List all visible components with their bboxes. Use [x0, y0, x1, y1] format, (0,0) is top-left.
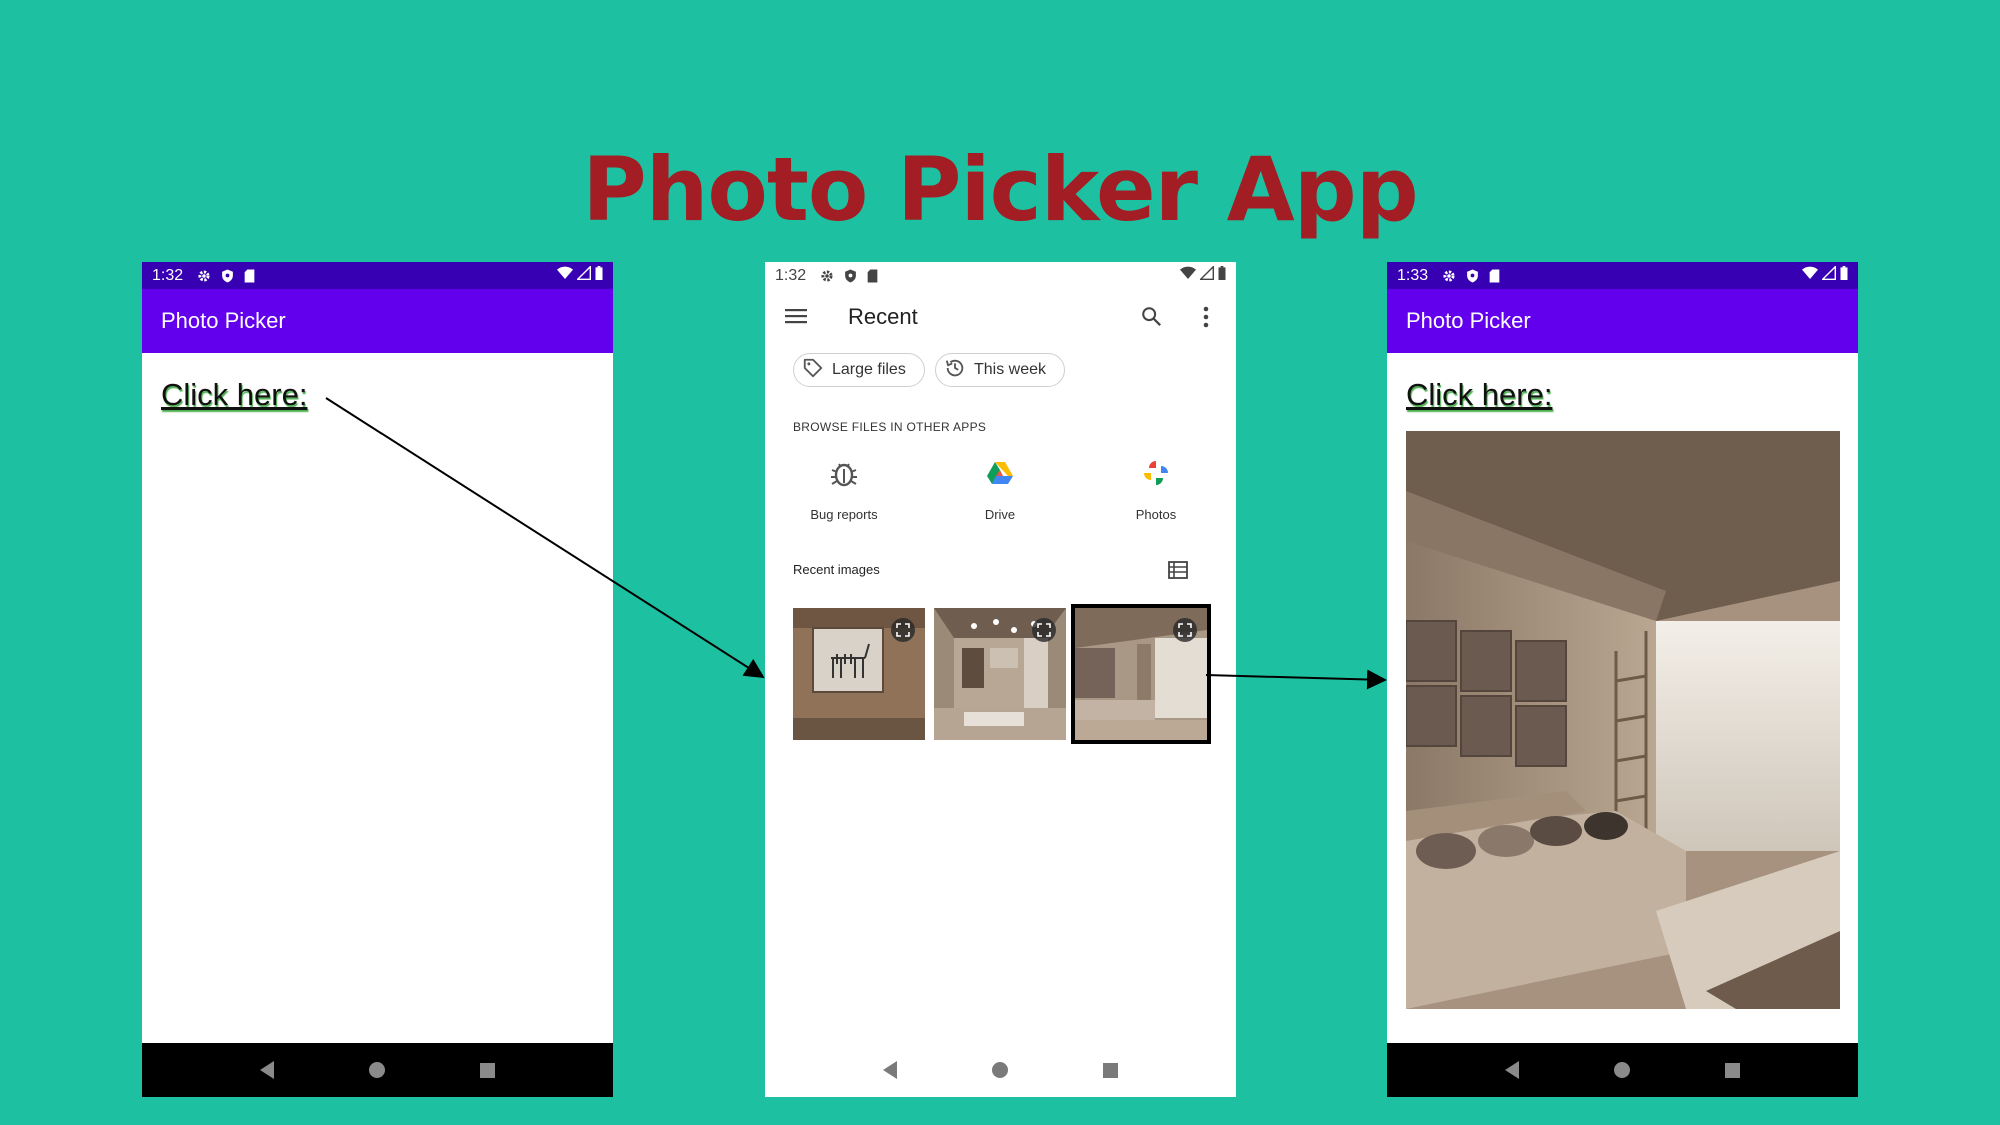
- app-label: Photos: [1135, 507, 1177, 522]
- shield-icon: [221, 269, 234, 283]
- list-view-icon[interactable]: [1168, 561, 1188, 584]
- shield-icon: [844, 269, 857, 283]
- recent-apps-icon[interactable]: [480, 1062, 496, 1078]
- picker-toolbar: Recent: [765, 289, 1236, 345]
- status-bar: 1:32: [142, 262, 613, 289]
- thumbnail-living-room[interactable]: [1071, 604, 1211, 744]
- menu-icon[interactable]: [785, 307, 807, 330]
- wifi-icon: [1802, 266, 1818, 285]
- home-icon[interactable]: [991, 1062, 1008, 1078]
- nav-bar: [142, 1043, 613, 1097]
- thumbnail-zebra-painting[interactable]: [793, 608, 925, 740]
- photos-pinwheel-icon: [1101, 455, 1211, 491]
- app-label: Drive: [984, 507, 1016, 522]
- battery-icon: [1218, 266, 1226, 285]
- app-bug-reports[interactable]: Bug reports: [789, 455, 899, 522]
- expand-icon[interactable]: [1032, 618, 1056, 642]
- status-bar: 1:32: [765, 262, 1236, 289]
- nav-bar: [1387, 1043, 1858, 1097]
- chip-label: This week: [974, 361, 1047, 378]
- back-icon[interactable]: [259, 1061, 274, 1079]
- expand-icon[interactable]: [1173, 618, 1197, 642]
- recent-apps-icon[interactable]: [1103, 1062, 1119, 1078]
- search-icon[interactable]: [1140, 305, 1162, 332]
- chip-label: Large files: [832, 361, 906, 378]
- browse-other-apps-header: BROWSE FILES IN OTHER APPS: [793, 420, 987, 434]
- history-icon: [944, 357, 966, 384]
- status-time: 1:32: [152, 266, 184, 284]
- phone-right: 1:33 Photo Picker Click here:: [1387, 262, 1858, 1097]
- sd-card-icon: [1489, 269, 1500, 283]
- selected-photo: [1406, 431, 1840, 1009]
- app-title: Photo Picker: [1406, 308, 1531, 333]
- expand-icon[interactable]: [891, 618, 915, 642]
- phone-left: 1:32 Photo Picker Click here:: [142, 262, 613, 1097]
- click-here-link[interactable]: Click here:: [1406, 377, 1552, 413]
- chip-large-files[interactable]: Large files: [793, 353, 925, 387]
- app-bar: Photo Picker: [1387, 289, 1858, 353]
- settings-icon: [197, 269, 211, 283]
- tag-icon: [802, 357, 824, 384]
- thumbnail-modern-room[interactable]: [934, 608, 1066, 740]
- toolbar-title: Recent: [848, 304, 918, 329]
- back-icon[interactable]: [1504, 1061, 1519, 1079]
- shield-icon: [1466, 269, 1479, 283]
- signal-icon: [1821, 265, 1836, 285]
- settings-icon: [1442, 269, 1456, 283]
- app-photos[interactable]: Photos: [1101, 455, 1211, 522]
- chip-this-week[interactable]: This week: [935, 353, 1065, 387]
- back-icon[interactable]: [882, 1061, 897, 1079]
- signal-icon: [1199, 265, 1214, 285]
- battery-icon: [595, 266, 603, 285]
- sd-card-icon: [244, 269, 255, 283]
- wifi-icon: [1180, 266, 1196, 285]
- app-title: Photo Picker: [161, 308, 286, 333]
- phone-middle: 1:32 Recent Large files This week BROWSE…: [765, 262, 1236, 1097]
- click-here-link[interactable]: Click here:: [161, 377, 307, 413]
- status-bar: 1:33: [1387, 262, 1858, 289]
- recent-apps-icon[interactable]: [1725, 1062, 1741, 1078]
- bug-icon: [789, 455, 899, 491]
- app-drive[interactable]: Drive: [945, 455, 1055, 522]
- status-time: 1:32: [775, 266, 807, 284]
- app-label: Bug reports: [810, 507, 878, 522]
- settings-icon: [820, 269, 834, 283]
- page-title: Photo Picker App: [582, 138, 1419, 241]
- app-bar: Photo Picker: [142, 289, 613, 353]
- nav-bar: [765, 1043, 1236, 1097]
- home-icon[interactable]: [1613, 1062, 1630, 1078]
- status-time: 1:33: [1397, 266, 1429, 284]
- home-icon[interactable]: [368, 1062, 385, 1078]
- wifi-icon: [557, 266, 573, 285]
- sd-card-icon: [867, 269, 878, 283]
- more-options-icon[interactable]: [1203, 306, 1209, 333]
- battery-icon: [1840, 266, 1848, 285]
- recent-images-header: Recent images: [793, 562, 880, 577]
- signal-icon: [576, 265, 591, 285]
- drive-icon: [945, 455, 1055, 491]
